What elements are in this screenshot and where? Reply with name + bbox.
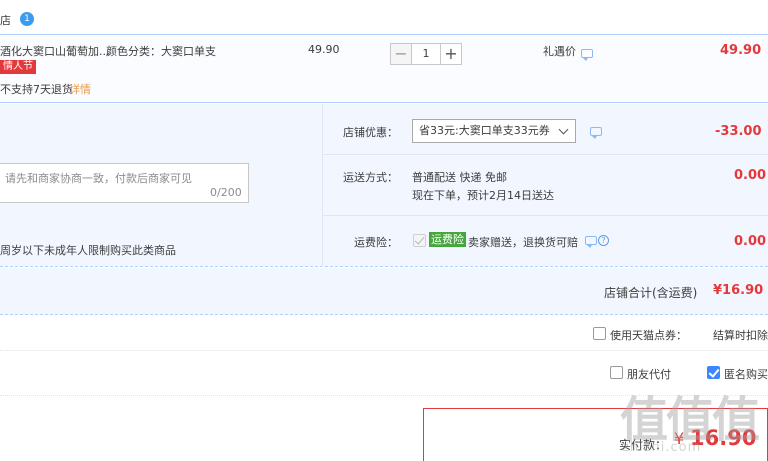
row-divider bbox=[322, 154, 768, 155]
friend-pay-checkbox[interactable] bbox=[610, 366, 623, 379]
unit-price: 49.90 bbox=[308, 43, 340, 56]
coupon-info-icon[interactable] bbox=[590, 127, 602, 139]
message-placeholder: 请先和商家协商一致，付款后商家可见 bbox=[5, 172, 192, 185]
store-name[interactable]: 店 bbox=[0, 12, 11, 28]
store-total-label: 店铺合计(含运费) bbox=[604, 286, 698, 300]
shipping-amount: 0.00 bbox=[734, 168, 767, 183]
holiday-badge: 情人节 bbox=[0, 60, 36, 74]
row-divider bbox=[322, 215, 768, 216]
quantity-input[interactable]: 1 bbox=[412, 43, 440, 65]
store-wangwang-icon[interactable]: 1 bbox=[20, 12, 34, 26]
shipping-label: 运送方式： bbox=[343, 171, 398, 184]
item-subtotal: 49.90 bbox=[720, 43, 762, 58]
chevron-down-icon bbox=[558, 124, 569, 135]
insurance-label: 运费险： bbox=[354, 236, 398, 249]
item-title-link[interactable]: 酒化大窦口山葡萄加... bbox=[0, 43, 110, 59]
tmall-points-label: 使用天猫点券： bbox=[610, 329, 687, 342]
promo-info-icon[interactable] bbox=[581, 49, 593, 61]
insurance-info-icon[interactable] bbox=[585, 236, 597, 248]
increase-quantity-button[interactable]: + bbox=[440, 43, 462, 65]
watermark-text: zhizhi.com bbox=[622, 440, 702, 455]
tmall-points-checkbox[interactable] bbox=[593, 327, 606, 340]
coupon-select[interactable]: 省33元:大窦口单支33元券 bbox=[412, 119, 576, 143]
coupon-amount: -33.00 bbox=[715, 124, 762, 139]
coupon-selected-value: 省33元:大窦口单支33元券 bbox=[419, 124, 550, 137]
insurance-badge: 运费险 bbox=[429, 232, 466, 247]
shipping-eta: 现在下单，预计2月14日送达 bbox=[412, 189, 554, 202]
order-options-divider bbox=[322, 104, 323, 267]
tmall-points-note: 结算时扣除 bbox=[713, 329, 768, 342]
seller-message-input[interactable]: 请先和商家协商一致，付款后商家可见 0/200 bbox=[0, 163, 249, 203]
return-policy: 不支持7天退货 bbox=[0, 83, 73, 96]
coupon-label: 店铺优惠： bbox=[343, 126, 398, 139]
help-icon[interactable]: ? bbox=[598, 235, 609, 246]
promo-price-label: 礼遇价 bbox=[543, 45, 576, 58]
details-link[interactable]: 详情 bbox=[69, 81, 91, 97]
item-sku: 颜色分类：大窦口单支 bbox=[106, 45, 216, 58]
shipping-method: 普通配送 快递 免邮 bbox=[412, 171, 507, 184]
insurance-amount: 0.00 bbox=[734, 234, 767, 249]
decrease-quantity-button[interactable]: − bbox=[390, 43, 412, 65]
anonymous-purchase-checkbox[interactable] bbox=[707, 366, 720, 379]
insurance-checkbox bbox=[413, 234, 426, 247]
section-divider bbox=[0, 350, 768, 351]
message-char-counter: 0/200 bbox=[210, 186, 242, 199]
age-restriction-notice: 周岁以下未成年人限制购买此类商品 bbox=[0, 244, 176, 257]
store-total-amount: ¥16.90 bbox=[713, 283, 764, 298]
insurance-text: 卖家赠送，退换货可赔 bbox=[468, 236, 578, 249]
